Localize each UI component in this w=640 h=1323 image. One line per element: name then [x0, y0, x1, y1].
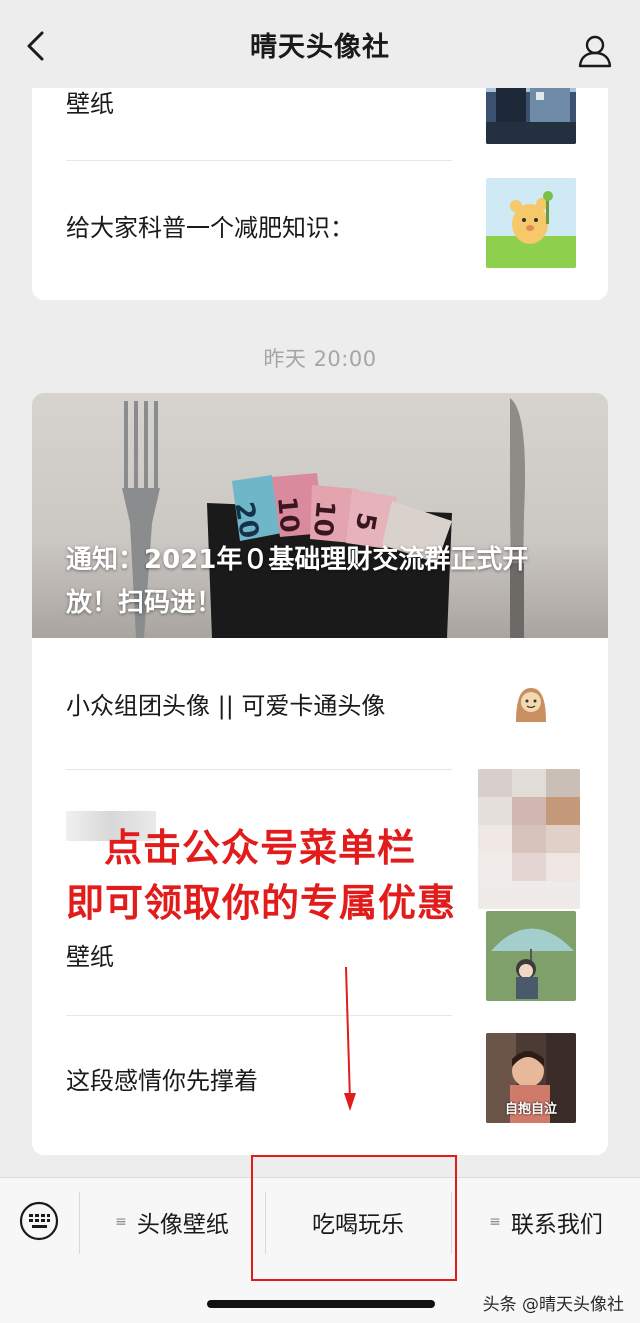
highlight-box — [251, 1155, 457, 1281]
thumbnail-caption: 自抱自泣 — [504, 1102, 557, 1117]
account-title: 晴天头像社 — [250, 31, 390, 63]
menu-label: 联系我们 — [510, 1212, 603, 1238]
menu-contact-us[interactable]: ≡ 联系我们 — [452, 1200, 640, 1244]
article-title: 壁纸 — [66, 943, 114, 971]
article-title: 这段感情你先撑着 — [66, 1067, 258, 1095]
divider — [66, 160, 452, 161]
svg-text:20: 20 — [228, 500, 264, 541]
svg-text:10: 10 — [307, 499, 340, 538]
user-icon[interactable] — [578, 34, 612, 68]
article-card-latest: 20 10 10 5 通知：2021年０基础理财交流群正式开放！扫码进！ 小众组… — [32, 393, 608, 1155]
menu-list-icon: ≡ — [115, 1214, 127, 1230]
message-timestamp: 昨天 20:00 — [263, 347, 377, 371]
article-title: 小众组团头像 || 可爱卡通头像 — [66, 692, 386, 720]
promo-line-1: 点击公众号菜单栏 — [104, 826, 417, 870]
cover-article[interactable]: 20 10 10 5 通知：2021年０基础理财交流群正式开放！扫码进！ — [32, 393, 608, 638]
article-item[interactable]: 小众组团头像 || 可爱卡通头像 — [32, 638, 608, 768]
article-title: 给大家科普一个减肥知识： — [66, 214, 354, 242]
menu-avatar-wallpaper[interactable]: ≡ 头像壁纸 — [80, 1200, 264, 1244]
watermark: 头条 @晴天头像社 — [482, 1295, 624, 1315]
arrow-down-icon — [344, 966, 356, 1111]
article-item[interactable]: 这段感情你先撑着 自抱自泣 — [32, 1015, 608, 1155]
article-title: 壁纸 — [66, 90, 114, 118]
menu-list-icon: ≡ — [489, 1214, 501, 1230]
home-indicator — [207, 1300, 435, 1308]
article-item[interactable]: 给大家科普一个减肥知识： — [32, 176, 608, 270]
article-thumbnail — [486, 178, 576, 268]
article-thumbnail: 自抱自泣 — [486, 1033, 576, 1123]
top-bar: 晴天头像社 — [0, 0, 640, 88]
article-card-previous: 壁纸 给大家科普一个减肥知识： — [32, 52, 608, 300]
article-thumbnail — [510, 682, 552, 724]
menu-label: 头像壁纸 — [136, 1212, 229, 1238]
article-item[interactable]: 壁纸 — [32, 52, 608, 160]
keyboard-icon[interactable] — [18, 1200, 60, 1242]
chevron-left-icon[interactable] — [22, 30, 50, 62]
promo-line-2: 即可领取你的专属优惠 — [66, 881, 457, 925]
cover-title: 通知：2021年０基础理财交流群正式开放！扫码进！ — [66, 545, 529, 618]
svg-text:10: 10 — [271, 495, 304, 534]
